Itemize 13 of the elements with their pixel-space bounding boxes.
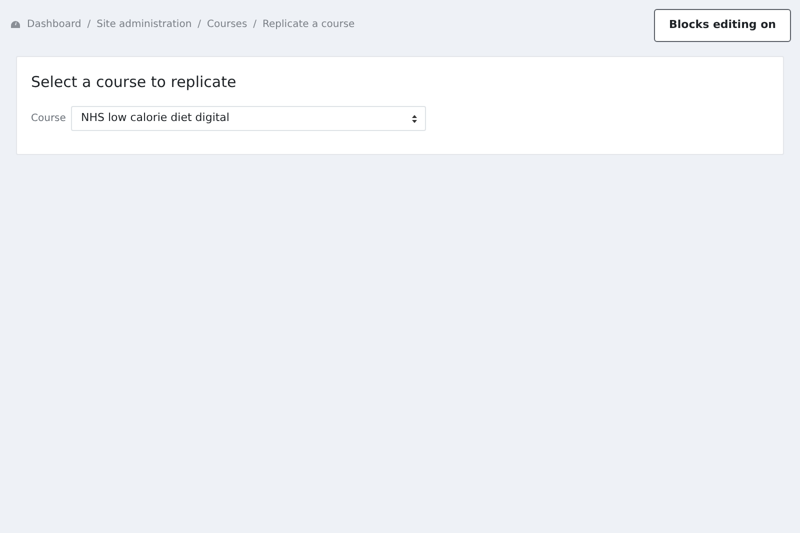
- breadcrumb-link[interactable]: Site administration: [96, 17, 192, 32]
- course-select[interactable]: NHS low calorie diet digital: [71, 106, 426, 131]
- breadcrumb-separator: /: [253, 18, 257, 32]
- card-title: Select a course to replicate: [31, 72, 238, 92]
- breadcrumb-link[interactable]: Dashboard: [27, 17, 82, 32]
- field-label: Course: [31, 112, 67, 126]
- dashboard-icon: [10, 20, 21, 29]
- breadcrumb-current[interactable]: Replicate a course: [262, 17, 355, 32]
- breadcrumb-separator: /: [198, 18, 202, 32]
- breadcrumb-separator: /: [87, 18, 91, 32]
- blocks-editing-button[interactable]: Blocks editing on: [654, 9, 791, 42]
- sort-caret-icon: [412, 114, 417, 122]
- breadcrumb-link[interactable]: Courses: [207, 17, 248, 32]
